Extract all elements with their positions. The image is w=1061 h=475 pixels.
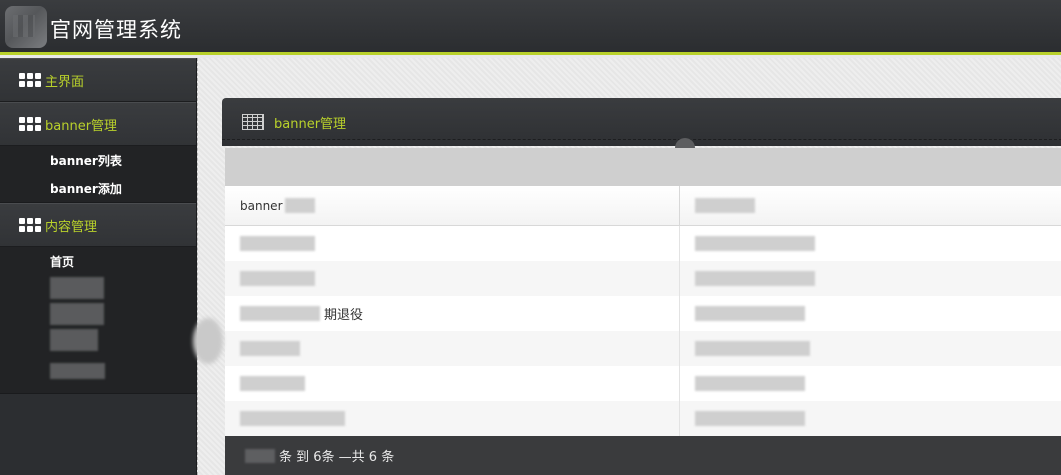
sidebar-subitem-homepage[interactable]: 首页: [0, 247, 196, 275]
column-header[interactable]: banner: [225, 186, 680, 225]
blurred-submenu-items: [0, 275, 196, 393]
table-cell: [680, 331, 1061, 366]
submenu-content: 首页: [0, 247, 196, 394]
blurred-overlay: [193, 318, 223, 364]
sidebar-subitem-banner-add[interactable]: banner添加: [0, 174, 196, 202]
table-row[interactable]: 期退役: [225, 296, 1061, 331]
table-cell: 期退役: [225, 296, 680, 331]
table-cell: [225, 261, 680, 296]
table-row[interactable]: [225, 226, 1061, 261]
data-table: banner 期退役: [225, 186, 1061, 436]
grid-icon: [19, 73, 41, 87]
top-header: 官网管理系统: [0, 0, 1061, 55]
table-icon: [242, 114, 264, 130]
table-row[interactable]: [225, 366, 1061, 401]
table-row[interactable]: [225, 261, 1061, 296]
submenu-banner: banner列表 banner添加: [0, 146, 196, 203]
sidebar-item-label: 主界面: [45, 74, 85, 90]
app-title: 官网管理系统: [50, 18, 182, 42]
table-cell: [680, 366, 1061, 401]
table-cell: [225, 366, 680, 401]
table-cell: [225, 401, 680, 436]
table-row[interactable]: [225, 401, 1061, 436]
panel-title: banner管理: [274, 116, 347, 132]
sidebar: 主界面 banner管理 banner列表 banner添加 内容管理 首页: [0, 58, 197, 475]
table-cell: [680, 226, 1061, 261]
table-cell: [225, 226, 680, 261]
table-footer: 条 到 6条 —共 6 条: [225, 436, 1061, 475]
blurred-footer-prefix: [245, 448, 275, 463]
table-cell: [680, 401, 1061, 436]
logo-icon: [5, 6, 47, 48]
grid-icon: [19, 117, 41, 131]
table-cell: [680, 261, 1061, 296]
grid-icon: [19, 218, 41, 232]
table-row[interactable]: [225, 331, 1061, 366]
table-cell: [680, 296, 1061, 331]
cell-text: 期退役: [324, 308, 364, 323]
sidebar-item-label: 内容管理: [45, 219, 98, 235]
pagination-info: 条 到 6条 —共 6 条: [279, 450, 395, 465]
table-toolbar: [225, 148, 1061, 186]
sidebar-subitem-banner-list[interactable]: banner列表: [0, 146, 196, 174]
sidebar-item-banner-manage[interactable]: banner管理: [0, 102, 196, 146]
table-header: banner: [225, 186, 1061, 226]
sidebar-item-home[interactable]: 主界面: [0, 58, 196, 102]
sidebar-item-content-manage[interactable]: 内容管理: [0, 203, 196, 247]
table-cell: [225, 331, 680, 366]
column-header-label: banner: [240, 198, 283, 213]
column-header[interactable]: [680, 186, 1061, 225]
main-content: banner管理 banner 期退役 条 到 6条 —共 6 条: [197, 58, 1061, 475]
panel-header: banner管理: [222, 98, 1061, 146]
sidebar-item-label: banner管理: [45, 118, 118, 134]
